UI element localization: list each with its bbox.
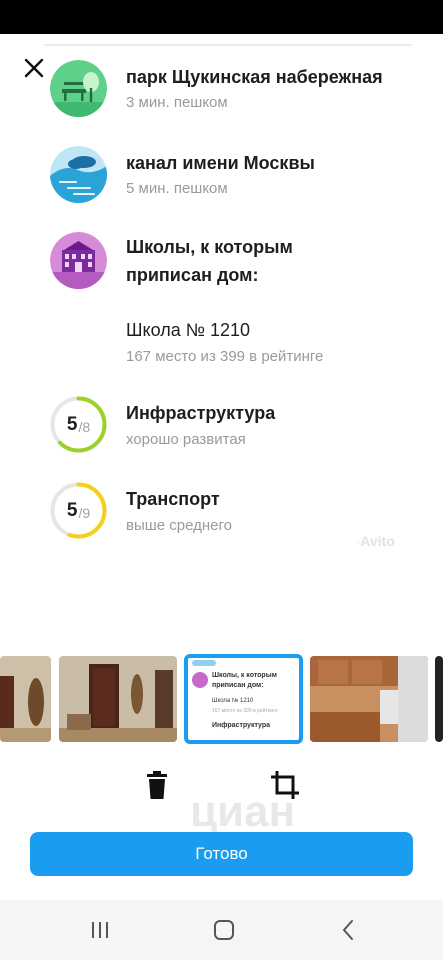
cian-watermark-brand: циан [190,787,296,836]
thumbnail-photo-2[interactable] [59,656,177,742]
avito-watermark: ◦Avito [356,533,395,549]
park-icon [50,60,107,117]
list-item-park: парк Щукинская набережная 3 мин. пешком [50,60,423,120]
infrastructure-score: 5 [66,413,78,435]
park-distance: 3 мин. пешком [126,94,228,111]
back-icon [342,920,353,940]
schools-title-line1: Школы, к которым [126,237,293,257]
list-item-schools: Школы, к которым приписан дом: [50,232,423,292]
transport-score-max: /9 [78,504,91,521]
thumbnail-photo-5[interactable] [435,656,443,742]
thumbnail-photo-1[interactable] [0,656,51,742]
home-icon [214,920,234,940]
infrastructure-score-ring: 5/8 [50,396,107,453]
status-bar [0,0,443,34]
recent-apps-icon [92,922,108,938]
school-name: Школа № 1210 [126,320,251,340]
navigation-bar [0,900,443,960]
transport-score: 5 [66,499,78,521]
transport-subtitle: выше среднего [126,517,233,534]
home-button[interactable] [210,916,238,944]
infrastructure-subtitle: хорошо развитая [126,431,246,448]
thumbnail-photo-4[interactable] [310,656,428,742]
infrastructure-score-max: /8 [78,418,91,435]
photo-editor-screen: парк Щукинская набережная 3 мин. пешком … [0,0,443,960]
school-rank: 167 место из 399 в рейтинге [126,348,324,365]
canal-distance: 5 мин. пешком [126,180,228,197]
thumbnail-strip[interactable]: Школы, к которым приписан дом: Школа № 1… [0,654,443,744]
transport-title: Транспорт [126,489,220,509]
thumbnail-text-5: Инфраструктура [212,722,271,729]
infrastructure-title: Инфраструктура [126,403,276,423]
school-icon [50,232,107,289]
thumbnail-screenshot-selected[interactable]: Школы, к которым приписан дом: Школа № 1… [184,654,303,744]
thumbnail-text-2: приписан дом: [212,682,264,689]
close-icon [24,58,44,78]
thumbnail-text-4: 167 место из 399 в рейтинге [212,708,278,714]
done-button[interactable]: Готово [30,832,413,876]
close-button[interactable] [20,54,48,82]
canal-title: канал имени Москвы [126,153,315,173]
list-item-school-1210: Школа № 1210 167 место из 399 в рейтинге [50,316,423,372]
thumbnail-school-icon [192,672,208,688]
thumbnail-canal-icon [192,660,216,666]
canal-icon [50,146,107,203]
delete-button[interactable] [140,768,174,802]
list-item-infrastructure: 5/8 Инфраструктура хорошо развитая [50,396,423,456]
park-title: парк Щукинская набережная [126,67,383,87]
divider [44,44,412,46]
thumbnail-text-1: Школы, к которым [212,672,277,679]
list-item-canal: канал имени Москвы 5 мин. пешком [50,146,423,206]
back-button[interactable] [334,916,362,944]
transport-score-ring: 5/9 [50,482,107,539]
schools-title-line2: приписан дом: [126,265,259,285]
trash-icon [147,771,167,799]
recent-apps-button[interactable] [86,916,114,944]
thumbnail-text-3: Школа № 1210 [212,698,254,704]
